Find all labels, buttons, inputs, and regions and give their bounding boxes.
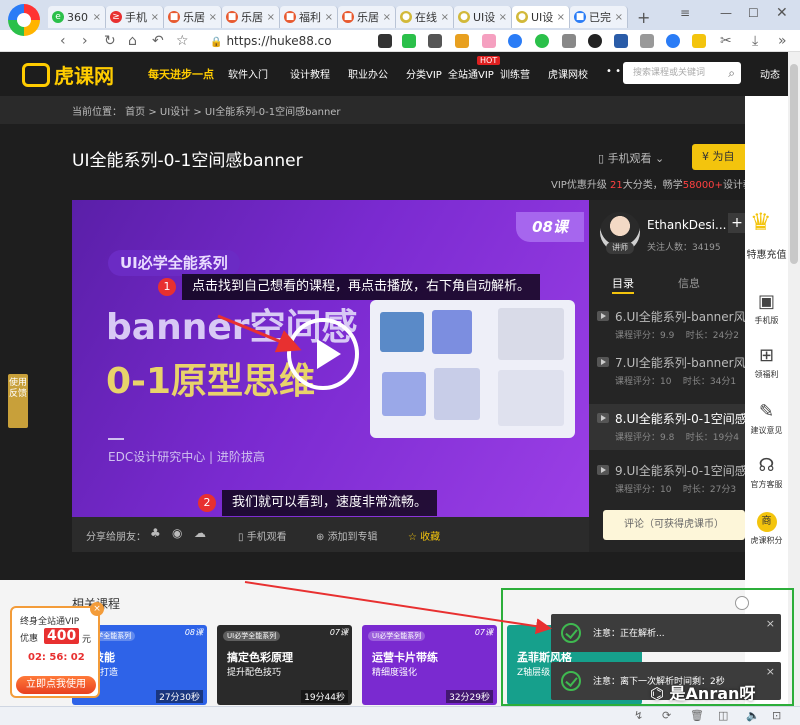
arrow-to-notification [244, 581, 552, 635]
annotation-arrows [217, 314, 552, 635]
browser-logo-icon[interactable] [8, 4, 40, 36]
arrow-to-play [217, 314, 302, 353]
